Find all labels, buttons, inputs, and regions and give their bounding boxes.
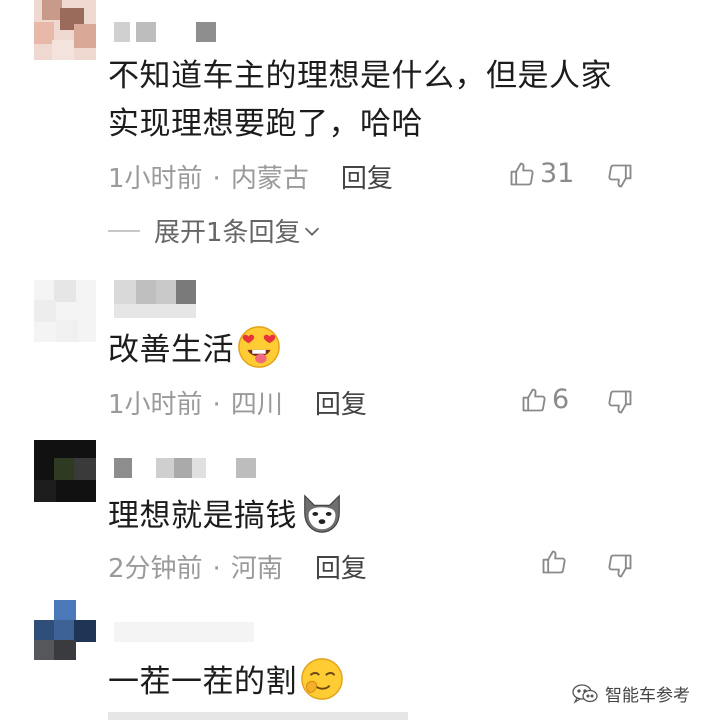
chevron-down-icon (304, 227, 319, 236)
comment-meta-partial (108, 712, 408, 720)
watermark-label: 智能车参考 (605, 686, 690, 706)
location: 四川 (230, 390, 283, 420)
like-count: 31 (540, 158, 575, 189)
comment-text: 改善生活 (108, 324, 282, 374)
separator: · (212, 554, 221, 584)
divider-line (108, 229, 140, 232)
avatar[interactable] (34, 600, 96, 662)
watermark: 智能车参考 (571, 681, 690, 706)
comment-meta: 1小时前 · 四川 回复 (108, 384, 367, 421)
avatar[interactable] (34, 280, 96, 342)
separator: · (212, 390, 221, 420)
comment-text: 理想就是搞钱 (108, 490, 345, 540)
thumbs-down-icon[interactable] (606, 162, 634, 190)
comment-meta: 2分钟前 · 河南 回复 (108, 548, 367, 585)
like-button[interactable]: 6 (520, 384, 569, 415)
timestamp: 1小时前 (108, 390, 203, 420)
like-count: 6 (552, 384, 570, 415)
comment-text-line-1: 不知道车主的理想是什么，但是人家 (108, 58, 612, 94)
timestamp: 1小时前 (108, 164, 203, 194)
avatar[interactable] (34, 440, 96, 502)
thumbs-up-icon (522, 388, 546, 411)
thumbs-down-icon[interactable] (606, 552, 634, 580)
reply-button[interactable]: 回复 (315, 554, 367, 584)
reply-button[interactable]: 回复 (341, 164, 393, 194)
expand-replies-button[interactable]: 展开1条回复 (108, 212, 323, 249)
location: 内蒙古 (230, 164, 309, 194)
thumbs-up-icon (510, 162, 534, 185)
like-button[interactable]: 31 (508, 158, 574, 189)
thumbs-up-icon (542, 550, 566, 574)
comment-text-line-2: 实现理想要跑了，哈哈 (108, 106, 423, 142)
comment-meta: 1小时前 · 内蒙古 回复 (108, 158, 393, 195)
separator: · (212, 164, 221, 194)
thumbs-down-icon[interactable] (606, 388, 634, 416)
wechat-icon (572, 683, 598, 704)
timestamp: 2分钟前 (108, 554, 203, 584)
comment-text: 不知道车主的理想是什么，但是人家 实现理想要跑了，哈哈 (108, 52, 612, 148)
location: 河南 (230, 554, 283, 584)
avatar[interactable] (34, 0, 96, 60)
smirk-emoji-icon (301, 658, 343, 700)
reply-button[interactable]: 回复 (315, 390, 367, 420)
husky-emoji-icon (304, 494, 340, 533)
comment-text: 一茬一茬的割 (108, 656, 345, 706)
expand-replies-label: 展开1条回复 (154, 218, 301, 248)
like-button[interactable] (540, 548, 568, 576)
heart-eyes-emoji-icon (238, 326, 280, 368)
